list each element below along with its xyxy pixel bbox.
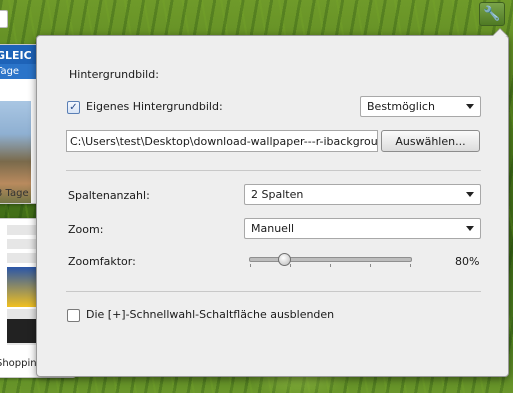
tile-product-image [7, 267, 37, 307]
section-title-background: Hintergrundbild: [69, 68, 159, 81]
wrench-icon: 🔧 [483, 6, 501, 22]
hide-plus-button-checkbox[interactable] [67, 309, 80, 322]
zoom-factor-label: Zoomfaktor: [68, 255, 136, 268]
background-path-field[interactable]: C:\Users\test\Desktop\download-wallpaper… [66, 130, 378, 152]
divider [66, 291, 481, 292]
chevron-down-icon [466, 104, 474, 109]
columns-value: 2 Spalten [251, 188, 304, 201]
custom-background-checkbox[interactable]: ✓ [67, 101, 80, 114]
zoom-factor-value: 80% [455, 255, 480, 268]
zoom-label: Zoom: [68, 223, 104, 236]
slider-tick [250, 264, 251, 267]
background-fit-value: Bestmöglich [367, 100, 435, 113]
browse-button[interactable]: Auswählen... [381, 130, 480, 152]
tile-subheader: Tage [0, 64, 39, 79]
slider-tick [330, 264, 331, 267]
custom-background-label: Eigenes Hintergrundbild: [86, 100, 223, 113]
slider-tick [290, 264, 291, 267]
columns-label: Spaltenanzahl: [68, 189, 150, 202]
columns-select[interactable]: 2 Spalten [244, 184, 481, 205]
slider-tick [370, 264, 371, 267]
zoom-value: Manuell [251, 222, 295, 235]
zoom-select[interactable]: Manuell [244, 218, 481, 239]
settings-button[interactable]: 🔧 [479, 2, 505, 26]
tile-product-image [7, 319, 37, 343]
checkmark-icon: ✓ [69, 101, 78, 113]
chevron-down-icon [466, 192, 474, 197]
background-fit-select[interactable]: Bestmöglich [360, 96, 481, 117]
partial-tile-edge [0, 10, 8, 28]
speed-dial-tile-1[interactable]: GLEIC Tage 3 Tage [0, 44, 40, 204]
slider-tick [410, 264, 411, 267]
zoom-slider-track[interactable] [249, 257, 412, 262]
hide-plus-button-label: Die [+]-Schnellwahl-Schaltfläche ausblen… [86, 308, 335, 321]
divider [66, 170, 481, 171]
speed-dial-settings-panel: Hintergrundbild: ✓ Eigenes Hintergrundbi… [36, 28, 509, 377]
tile-header: GLEIC [0, 45, 39, 64]
chevron-down-icon [466, 226, 474, 231]
tile-footer: 3 Tage [0, 188, 29, 199]
